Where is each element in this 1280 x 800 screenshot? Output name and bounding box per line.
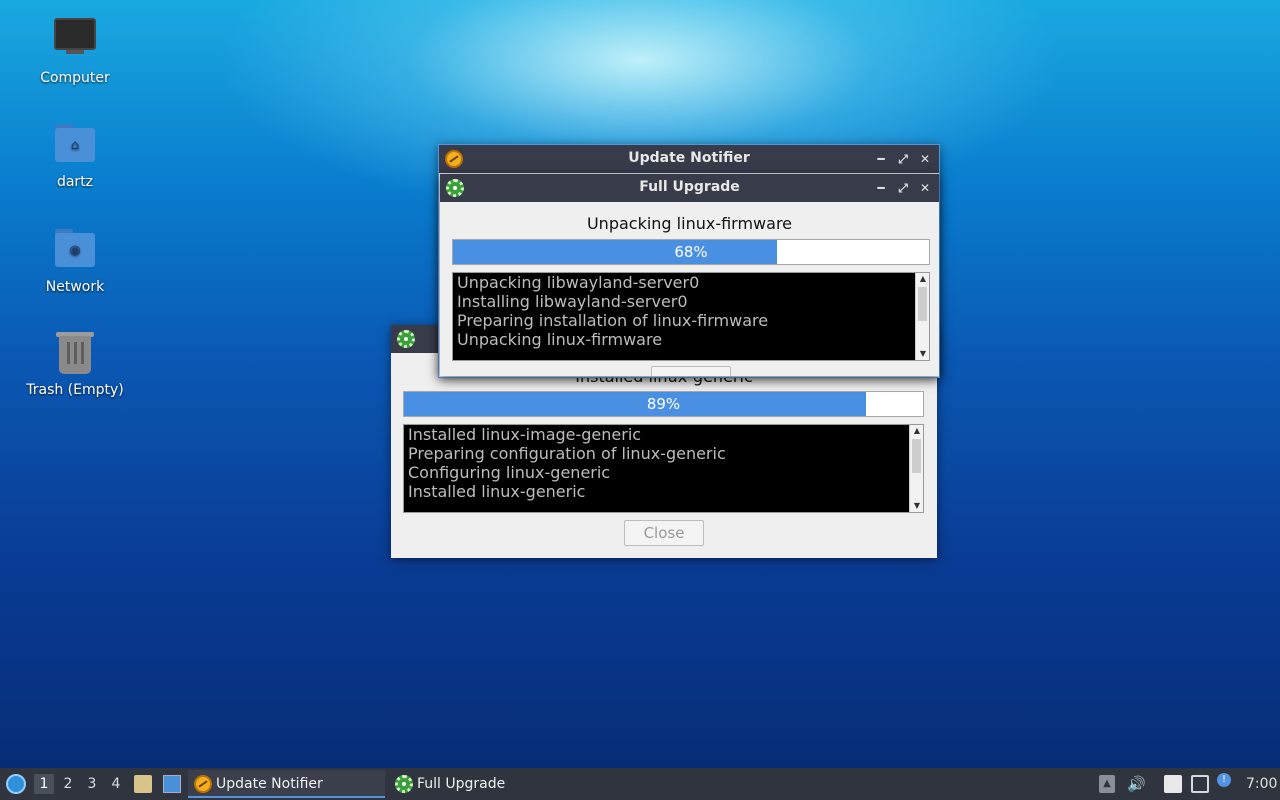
workspace-1[interactable]: 1 — [34, 774, 54, 794]
desktop-icon-label: Network — [45, 279, 105, 295]
workspace-3[interactable]: 3 — [82, 774, 102, 794]
start-menu-icon — [6, 774, 26, 794]
desktop-icon-trash[interactable]: Trash (Empty) — [20, 330, 130, 398]
progress-label: 89% — [646, 395, 681, 413]
background-upgrade-progress-bar: 89% — [403, 391, 924, 417]
task-full-upgrade[interactable]: Full Upgrade — [389, 770, 586, 798]
desktop-icon-network[interactable]: ◉ Network — [20, 227, 130, 295]
desktop-icon-home[interactable]: ⌂ dartz — [20, 122, 130, 190]
log-line: Installing libwayland-server0 — [457, 292, 688, 311]
maximize-icon[interactable]: ⤢ — [893, 178, 913, 198]
desktop-icon-label: dartz — [56, 174, 94, 190]
full-upgrade-window: Full Upgrade ━ ⤢ ✕ Unpacking linux-firmw… — [440, 174, 939, 376]
taskbar: 1 2 3 4 Update Notifier Full Upgrade ▲ 🔊… — [0, 768, 1280, 800]
close-icon[interactable]: ✕ — [915, 149, 935, 169]
gear-icon — [397, 330, 415, 348]
maximize-icon[interactable]: ⤢ — [893, 149, 913, 169]
background-upgrade-log: Installed linux-image-generic Preparing … — [403, 424, 924, 513]
show-desktop-icon[interactable] — [163, 775, 181, 793]
scroll-thumb[interactable] — [918, 287, 927, 321]
scroll-down-icon[interactable]: ▼ — [916, 348, 929, 360]
computer-icon — [51, 18, 99, 66]
home-folder-icon: ⌂ — [51, 122, 99, 170]
scroll-down-icon[interactable]: ▼ — [910, 500, 923, 512]
window-title: Update Notifier — [628, 150, 750, 166]
task-label: Full Upgrade — [417, 776, 506, 792]
desktop-icon-label: Trash (Empty) — [26, 382, 124, 398]
full-upgrade-progress-bar: 68% — [452, 239, 930, 265]
update-notifier-icon — [194, 775, 212, 793]
log-scrollbar[interactable]: ▲ ▼ — [909, 425, 923, 512]
log-line: Preparing installation of linux-firmware — [457, 311, 769, 330]
minimize-icon[interactable]: ━ — [871, 178, 891, 198]
update-notifier-titlebar[interactable]: Update Notifier ━ ⤢ ✕ — [439, 145, 939, 173]
clipboard-icon[interactable] — [1164, 775, 1182, 793]
log-scrollbar[interactable]: ▲ ▼ — [915, 273, 929, 360]
desktop-icon-computer[interactable]: Computer — [20, 18, 130, 86]
clock[interactable]: 7:00 — [1246, 768, 1277, 800]
minimize-icon[interactable]: ━ — [871, 149, 891, 169]
network-folder-icon: ◉ — [51, 227, 99, 275]
trash-icon — [51, 330, 99, 378]
file-manager-launcher-icon[interactable] — [134, 775, 152, 793]
log-line: Unpacking linux-firmware — [457, 330, 663, 349]
gear-icon — [395, 775, 413, 793]
network-icon[interactable] — [1191, 775, 1209, 793]
progress-label: 68% — [674, 243, 708, 261]
task-label: Update Notifier — [216, 776, 323, 792]
notification-icon[interactable]: ! — [1217, 773, 1231, 787]
volume-icon[interactable]: 🔊 — [1127, 775, 1146, 793]
scroll-up-icon[interactable]: ▲ — [910, 425, 923, 437]
hidden-close-button[interactable] — [651, 366, 731, 376]
close-button[interactable]: Close — [624, 520, 704, 546]
scroll-thumb[interactable] — [912, 439, 921, 473]
full-upgrade-log: Unpacking libwayland-server0 Installing … — [452, 272, 930, 361]
window-title: Full Upgrade — [639, 179, 740, 195]
tray-arrow-icon[interactable]: ▲ — [1099, 775, 1115, 793]
log-line: Unpacking libwayland-server0 — [457, 273, 700, 292]
scroll-up-icon[interactable]: ▲ — [916, 273, 929, 285]
log-line: Installed linux-image-generic — [408, 425, 642, 444]
full-upgrade-status: Unpacking linux-firmware — [586, 214, 793, 233]
workspace-4[interactable]: 4 — [106, 774, 126, 794]
close-icon[interactable]: ✕ — [915, 178, 935, 198]
full-upgrade-titlebar[interactable]: Full Upgrade ━ ⤢ ✕ — [440, 174, 939, 202]
log-line: Installed linux-generic — [408, 482, 586, 501]
log-line: Configuring linux-generic — [408, 463, 611, 482]
start-menu-button[interactable] — [4, 768, 28, 800]
desktop-icon-label: Computer — [40, 70, 110, 86]
workspace-2[interactable]: 2 — [58, 774, 78, 794]
log-line: Preparing configuration of linux-generic — [408, 444, 726, 463]
task-update-notifier[interactable]: Update Notifier — [188, 770, 385, 798]
